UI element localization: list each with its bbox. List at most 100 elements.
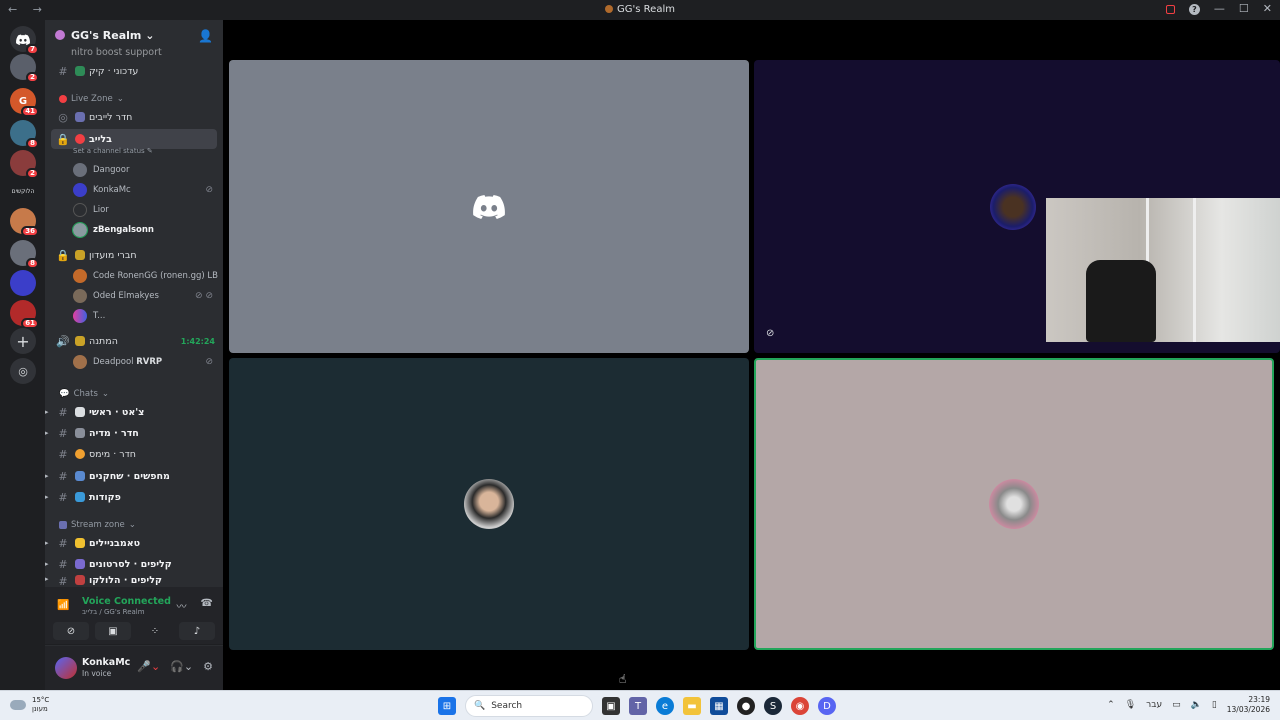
voice-user[interactable]: T... <box>73 309 217 323</box>
channel-status-hint[interactable]: Set a channel status ✎ <box>73 147 153 155</box>
teams-icon[interactable]: T <box>629 697 647 715</box>
hash-icon: # <box>58 405 68 419</box>
voice-channel-gift[interactable]: 🔊 המתנה 1:42:24 <box>45 331 223 351</box>
voice-channel-club[interactable]: 🔒 חברי מועדון <box>45 245 223 265</box>
mic-muted-icon[interactable]: 🎤⌄ <box>137 660 160 673</box>
channel-item-lfg[interactable]: ▸ # מחפשים · שחקנים <box>45 466 223 486</box>
app-icon[interactable]: ● <box>737 697 755 715</box>
windows-start-icon[interactable]: ⊞ <box>438 697 456 715</box>
volume-icon[interactable]: 🔈 <box>1191 700 1202 710</box>
server-item[interactable]: 2 <box>10 150 39 179</box>
hash-icon: # <box>58 557 68 571</box>
headphones-icon[interactable]: 🎧⌄ <box>170 660 193 673</box>
help-icon[interactable]: ? <box>1188 4 1200 15</box>
voice-user[interactable]: KonkaMc ⊘ <box>73 183 217 197</box>
voice-connected-title[interactable]: Voice Connected <box>82 596 171 607</box>
weather-widget[interactable]: 15°C מעונן <box>10 696 49 714</box>
task-view-icon[interactable]: ▣ <box>602 697 620 715</box>
voice-user[interactable]: Code RonenGG (ronen.gg) LB <box>73 269 218 283</box>
stage-icon: ◎ <box>58 110 68 124</box>
voice-user-speaking[interactable]: zBengalsonn <box>72 222 217 238</box>
channel-item-media[interactable]: ▸ # חדר · מדיה <box>45 423 223 443</box>
badge: 2 <box>26 72 39 83</box>
guild-icon <box>55 30 65 40</box>
channel-item-main-chat[interactable]: ▸ # צ'אט · ראשי <box>45 402 223 422</box>
minimize-button[interactable]: — <box>1214 2 1225 15</box>
server-item[interactable]: 36 <box>10 208 39 237</box>
store-icon[interactable]: ▦ <box>710 697 728 715</box>
voice-connected-subtitle[interactable]: בלייב / GG's Realm <box>82 608 145 616</box>
emoji-icon <box>75 428 85 438</box>
home-button[interactable]: 7 <box>10 26 39 55</box>
disconnect-icon[interactable]: ☎ <box>201 598 213 613</box>
close-button[interactable]: ✕ <box>1263 2 1272 15</box>
camera-feed <box>1046 198 1280 342</box>
voice-user[interactable]: Lior <box>73 203 217 217</box>
inbox-icon[interactable] <box>1165 5 1175 14</box>
hash-icon: # <box>58 447 68 461</box>
noise-suppression-icon[interactable]: 〰 <box>177 598 187 613</box>
voice-channel-live[interactable]: 🔒 בלייב <box>51 129 217 149</box>
server-item[interactable]: 61 <box>10 300 39 329</box>
clock-time: 23:19 <box>1248 695 1270 704</box>
participant-tile-camera[interactable]: ⊘ <box>754 60 1280 353</box>
category-chats[interactable]: 💬 Chats ⌄ <box>59 389 109 399</box>
server-item[interactable]: 2 <box>10 54 39 83</box>
chevron-up-icon[interactable]: ⌃ <box>1107 700 1115 710</box>
discord-taskbar-icon[interactable]: D <box>818 697 836 715</box>
channel-label: צ'אט · ראשי <box>89 406 145 418</box>
hash-icon: # <box>58 536 68 550</box>
network-icon[interactable]: ▭ <box>1172 700 1181 710</box>
add-server-button[interactable]: + <box>10 328 36 354</box>
participant-tile-speaking[interactable] <box>754 358 1274 650</box>
channel-label: חברי מועדון <box>89 249 137 261</box>
channel-item-streams[interactable]: ◎ חדר לייבים <box>45 107 223 127</box>
language-indicator[interactable]: עבר <box>1146 700 1162 710</box>
chrome-icon[interactable]: ◉ <box>791 697 809 715</box>
participant-tile[interactable] <box>229 358 749 650</box>
camera-off-button[interactable]: ⊘ <box>53 622 89 640</box>
category-stream-zone[interactable]: Stream zone ⌄ <box>59 520 136 530</box>
server-folder-label[interactable]: הלוקשים <box>10 178 36 204</box>
server-item-gg[interactable]: G 41 <box>10 88 39 117</box>
chevron-right-icon: ▸ <box>45 493 49 501</box>
channel-item[interactable]: nitro boost support <box>45 42 223 62</box>
participant-tile[interactable] <box>229 60 749 353</box>
channel-label: מחפשים · שחקנים <box>89 470 170 482</box>
voice-user[interactable]: Dangoor <box>73 163 217 177</box>
soundboard-button[interactable]: ♪ <box>179 622 215 640</box>
emoji-icon <box>75 559 85 569</box>
user-name[interactable]: KonkaMc <box>82 657 130 668</box>
channel-item-clips[interactable]: ▸ # קליפים · לסרטונים <box>45 554 223 574</box>
channel-item-clips-2[interactable]: ▸ # קליפים · הלולקו <box>45 575 223 585</box>
server-item[interactable]: 8 <box>10 240 39 269</box>
emoji-icon <box>75 66 85 76</box>
discover-icon[interactable]: ◎ <box>10 358 36 384</box>
battery-icon[interactable]: ▯ <box>1212 700 1217 710</box>
voice-user[interactable]: Oded Elmakyes ⊘ ⊘ <box>73 289 217 303</box>
channel-label: חדר לייבים <box>89 111 133 123</box>
clock[interactable]: 23:19 13/03/2026 <box>1227 695 1270 715</box>
screen-share-button[interactable]: ▣ <box>95 622 131 640</box>
steam-icon[interactable]: S <box>764 697 782 715</box>
edge-icon[interactable]: e <box>656 697 674 715</box>
signal-icon[interactable]: 📶 <box>57 600 69 611</box>
file-explorer-icon[interactable]: ▬ <box>683 697 701 715</box>
gear-icon[interactable]: ⚙ <box>203 660 213 673</box>
channel-item-updates[interactable]: # עדכוני · קיק <box>45 61 223 81</box>
add-user-icon[interactable]: 👤 <box>198 29 213 43</box>
maximize-button[interactable]: ☐ <box>1239 2 1249 15</box>
channel-label: nitro boost support <box>71 46 162 58</box>
avatar[interactable] <box>55 657 77 679</box>
channel-item-commands[interactable]: ▸ # פקודות <box>45 487 223 507</box>
search-box[interactable]: 🔍 Search <box>465 695 593 717</box>
server-item[interactable] <box>10 270 36 296</box>
mic-icon[interactable]: 🎙 <box>1125 700 1136 710</box>
activities-button[interactable]: ⁘ <box>137 622 173 640</box>
category-live-zone[interactable]: Live Zone ⌄ <box>59 94 124 104</box>
chevron-down-icon: ⌄ <box>116 94 124 104</box>
channel-item-memes[interactable]: # חדר · מימס <box>45 444 223 464</box>
channel-item-thumbnails[interactable]: ▸ # טאמבניילים <box>45 533 223 553</box>
voice-user[interactable]: Deadpool RVRP ⊘ <box>73 355 217 369</box>
server-item[interactable]: 8 <box>10 120 39 149</box>
